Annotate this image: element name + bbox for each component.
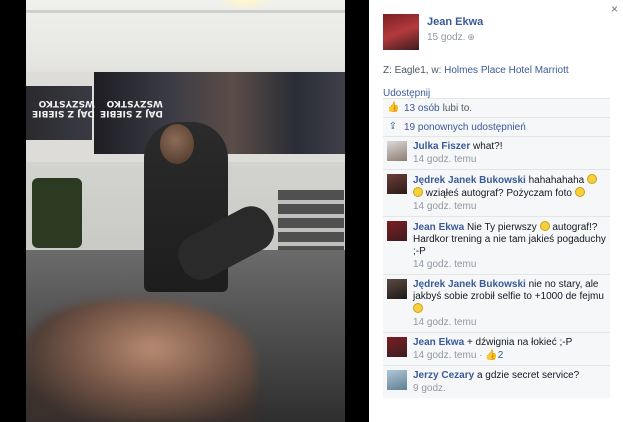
globe-icon: ⊕ [467, 32, 475, 42]
comment-item: Jean Ekwa + dźwignia na łokieć ;-P 14 go… [383, 332, 610, 365]
commenter-name[interactable]: Jerzy Cezary [413, 370, 474, 381]
blurred-foreground-person [26, 300, 256, 422]
smiley-icon [413, 303, 423, 313]
comment-text: a gdzie secret service? [476, 370, 580, 381]
post-author: Jean Ekwa 15 godz. ⊕ [383, 14, 483, 50]
comment-timestamp[interactable]: 14 godz. temu [413, 201, 606, 213]
comment-text: what?! [473, 141, 503, 152]
smiley-icon [587, 174, 598, 184]
reshares-row: ⇪ 19 ponownych udostępnień [383, 117, 610, 136]
post-time-text[interactable]: 15 godz. [427, 32, 465, 43]
comment-timestamp[interactable]: 14 godz. temu [413, 317, 606, 329]
place-link[interactable]: Holmes Place Hotel Marriott [444, 65, 568, 76]
likes-count-link[interactable]: 13 osób [404, 103, 440, 114]
comment-body: Jean Ekwa + dźwignia na łokieć ;-P 14 go… [413, 337, 572, 362]
comment-item: Jędrek Janek Bukowski nie no stary, ale … [383, 274, 610, 332]
commenter-avatar[interactable] [387, 174, 407, 194]
banner-right-text: DAJ Z SIEBIE WSZYSTKO [100, 98, 163, 118]
close-icon[interactable]: × [611, 3, 618, 15]
commenter-name[interactable]: Jędrek Janek Bukowski [413, 175, 526, 186]
reshares-link[interactable]: 19 ponownych udostępnień [404, 122, 526, 133]
photo-stage: DAJ Z SIEBIE WSZYSTKO DAJ Z SIEBIE WSZYS… [0, 0, 369, 422]
author-avatar[interactable] [383, 14, 419, 50]
comment-timestamp[interactable]: 14 godz. temu [413, 350, 476, 361]
comment-item: Jean Ekwa Nie Ty pierwszy autograf!? Har… [383, 216, 610, 274]
comment-body: Jean Ekwa Nie Ty pierwszy autograf!? Har… [413, 221, 606, 271]
ceiling-pipe [26, 10, 345, 13]
ceiling-lamp [216, 0, 276, 10]
smiley-icon [539, 221, 550, 231]
comment-text: Nie Ty pierwszy [466, 222, 537, 233]
smiley-icon [574, 187, 585, 197]
author-meta: Jean Ekwa 15 godz. ⊕ [427, 14, 483, 50]
dumbbell-rack [278, 190, 344, 250]
commenter-avatar[interactable] [387, 141, 407, 161]
thumbs-up-icon[interactable]: 👍 [485, 350, 497, 361]
comment-body: Julka Fiszer what?! 14 godz. temu [413, 141, 503, 166]
comment-body: Jędrek Janek Bukowski nie no stary, ale … [413, 279, 606, 329]
bench [32, 178, 82, 248]
likes-rest: lubi to. [442, 102, 473, 114]
likes-row: 👍 13 osób lubi to. [383, 98, 610, 117]
feedback-box: 👍 13 osób lubi to. ⇪ 19 ponownych udostę… [383, 98, 610, 398]
comment-item: Julka Fiszer what?! 14 godz. temu [383, 136, 610, 169]
thumbs-up-icon: 👍 [387, 102, 400, 113]
comment-like-count[interactable]: 2 [498, 350, 504, 361]
post-side-panel: × Jean Ekwa 15 godz. ⊕ Z: Eagle1, w: Holm… [369, 0, 623, 422]
gym-photo[interactable]: DAJ Z SIEBIE WSZYSTKO DAJ Z SIEBIE WSZYS… [26, 0, 345, 422]
comment-text-cont: wziąłeś autograf? Pożyczam foto [425, 188, 572, 199]
comment-text: + dźwignia na łokieć ;-P [466, 337, 573, 348]
commenter-avatar[interactable] [387, 221, 407, 241]
commenter-avatar[interactable] [387, 337, 407, 357]
commenter-avatar[interactable] [387, 370, 407, 390]
comment-text: hahahahaha [528, 175, 585, 186]
tagged-prefix: Z: Eagle1, w: [383, 65, 445, 76]
comment-body: Jędrek Janek Bukowski hahahahaha wziąłeś… [413, 174, 606, 213]
comment-body: Jerzy Cezary a gdzie secret service? 9 g… [413, 370, 579, 395]
tagged-location: Z: Eagle1, w: Holmes Place Hotel Marriot… [383, 65, 569, 76]
comment-item: Jędrek Janek Bukowski hahahahaha wziąłeś… [383, 169, 610, 216]
post-timestamp[interactable]: 15 godz. ⊕ [427, 32, 483, 43]
commenter-name[interactable]: Julka Fiszer [413, 141, 470, 152]
comment-timestamp[interactable]: 14 godz. temu [413, 259, 606, 271]
comment-timestamp[interactable]: 9 godz. [413, 383, 579, 395]
commenter-name[interactable]: Jędrek Janek Bukowski [413, 279, 526, 290]
commenter-avatar[interactable] [387, 279, 407, 299]
comment-meta: 14 godz. temu · 👍2 [413, 350, 572, 362]
author-name[interactable]: Jean Ekwa [427, 16, 483, 28]
banner-left-text: DAJ Z SIEBIE WSZYSTKO [32, 98, 95, 118]
comment-timestamp[interactable]: 14 godz. temu [413, 154, 503, 166]
comment-item: Jerzy Cezary a gdzie secret service? 9 g… [383, 365, 610, 398]
share-icon: ⇪ [388, 121, 398, 132]
commenter-name[interactable]: Jean Ekwa [413, 222, 464, 233]
person-head [160, 124, 194, 164]
smiley-icon [413, 187, 423, 197]
commenter-name[interactable]: Jean Ekwa [413, 337, 464, 348]
